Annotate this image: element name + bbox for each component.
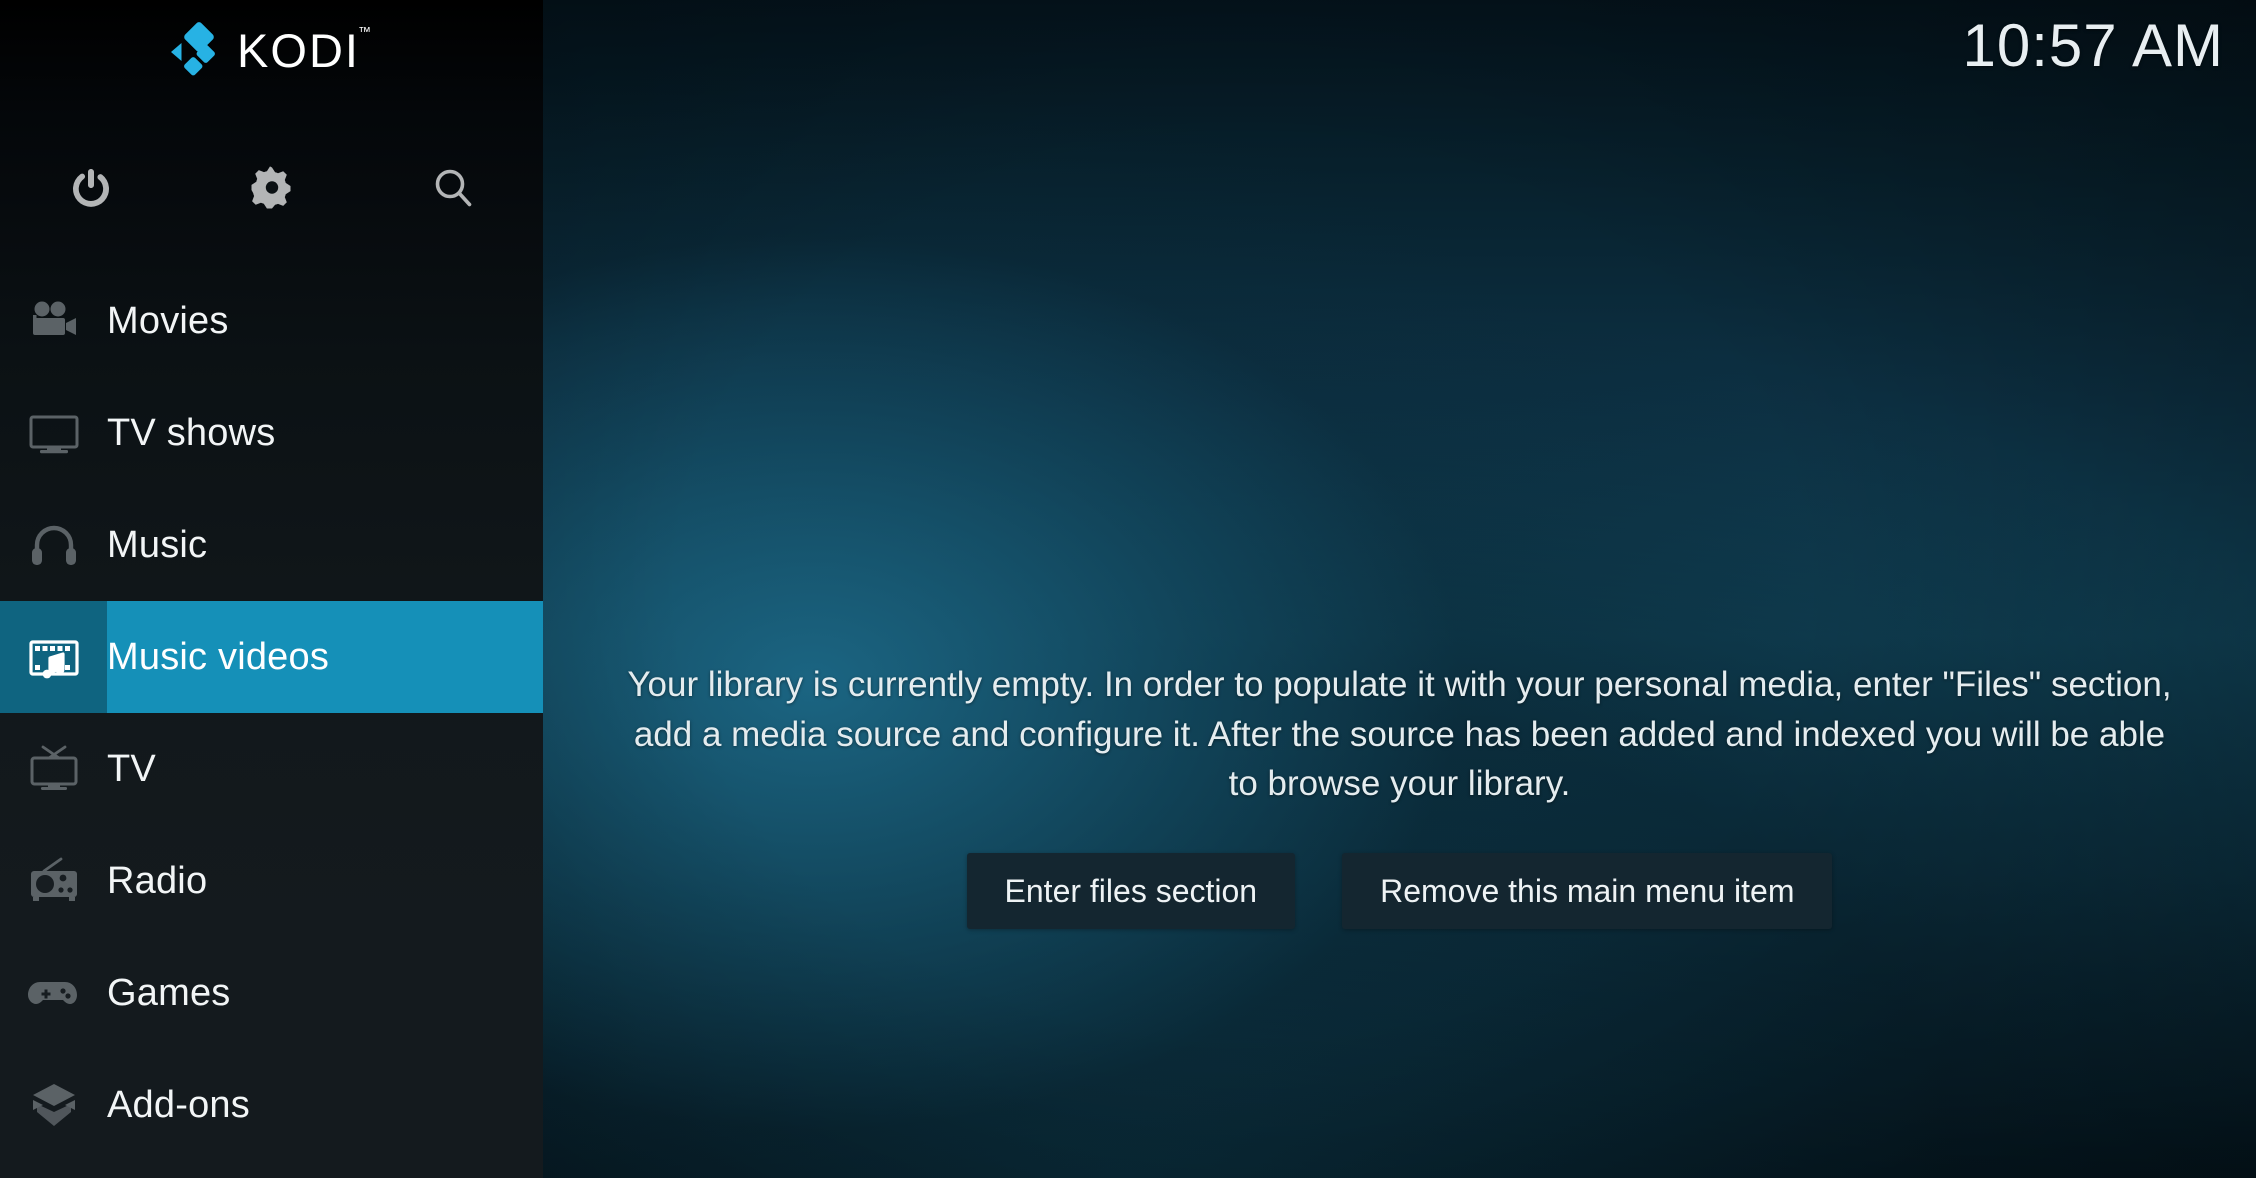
kodi-wordmark: KODI ™: [237, 23, 371, 77]
power-icon: [68, 165, 114, 211]
empty-library-actions: Enter files section Remove this main men…: [615, 853, 2185, 930]
sidebar-item-movies[interactable]: Movies: [0, 265, 543, 377]
settings-button[interactable]: [181, 165, 362, 211]
kodi-home-screen: 10:57 AM KODI ™ Movies TV shows Music Mu…: [0, 0, 2256, 1178]
sidebar-item-label: Add-ons: [107, 1084, 250, 1126]
power-button[interactable]: [0, 165, 181, 211]
gamepad-icon: [0, 937, 107, 1049]
search-icon: [430, 165, 476, 211]
radio-icon: [0, 825, 107, 937]
movie-camera-icon: [0, 265, 107, 377]
main-menu: Movies TV shows Music Music videos TV Ra…: [0, 265, 543, 1161]
sidebar-item-tv-shows[interactable]: TV shows: [0, 377, 543, 489]
trademark-symbol: ™: [357, 23, 373, 39]
empty-library-message: Your library is currently empty. In orde…: [627, 665, 2172, 804]
kodi-wordmark-text: KODI: [237, 23, 360, 77]
search-button[interactable]: [362, 165, 543, 211]
gear-icon: [249, 165, 295, 211]
sidebar-item-games[interactable]: Games: [0, 937, 543, 1049]
monitor-icon: [0, 377, 107, 489]
empty-library-panel: Your library is currently empty. In orde…: [615, 660, 2185, 930]
sidebar-item-tv[interactable]: TV: [0, 713, 543, 825]
sidebar-item-highlight: Music videos: [107, 601, 543, 713]
sidebar-item-label: TV: [107, 748, 156, 790]
enter-files-section-button[interactable]: Enter files section: [966, 853, 1296, 930]
content-area: Your library is currently empty. In orde…: [543, 0, 2256, 1178]
sidebar-item-label: TV shows: [107, 412, 276, 454]
sidebar-item-label: Music videos: [107, 636, 330, 678]
retro-tv-icon: [0, 713, 107, 825]
sidebar-item-radio[interactable]: Radio: [0, 825, 543, 937]
remove-main-menu-item-button[interactable]: Remove this main menu item: [1342, 853, 1833, 930]
sidebar-item-label: Music: [107, 524, 208, 566]
headphones-icon: [0, 489, 107, 601]
sidebar-item-label: Radio: [107, 860, 208, 902]
kodi-logo: KODI ™: [0, 0, 543, 100]
sidebar-item-label: Games: [107, 972, 231, 1014]
film-music-icon: [0, 601, 107, 713]
sidebar-item-music-videos[interactable]: Music videos: [0, 601, 543, 713]
sidebar-item-add-ons[interactable]: Add-ons: [0, 1049, 543, 1161]
kodi-logo-icon: [165, 21, 223, 79]
sidebar-item-label: Movies: [107, 300, 229, 342]
open-box-icon: [0, 1049, 107, 1161]
sidebar-item-music[interactable]: Music: [0, 489, 543, 601]
sidebar-toolbar: [0, 140, 543, 235]
sidebar: KODI ™ Movies TV shows Music Music video…: [0, 0, 543, 1178]
